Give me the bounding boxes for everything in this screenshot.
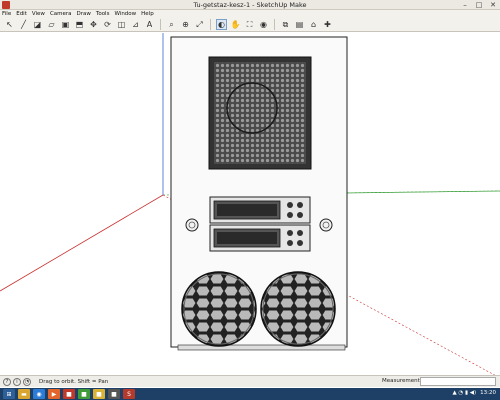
pan-tool-button[interactable]: ✋ (230, 19, 241, 30)
taskbar-browser-icon[interactable]: ◉ (33, 389, 45, 399)
main-toolbar: ↖ ╱ ◪ ▱ ▣ ⬒ ✥ ⟳ ◫ ⊿ A ⌕ ⊕ ⤢ ◐ ✋ ⛶ ◉ ⧉ ▤ ⌂ ✚ (0, 18, 500, 32)
select-tool-button[interactable]: ↖ (4, 19, 15, 30)
move-tool-button[interactable]: ✥ (88, 19, 99, 30)
push-pull-icon: ⬒ (75, 20, 84, 29)
close-button[interactable]: ✕ (488, 1, 498, 9)
system-tray: ▲ ◔ ▮ ◀) 13:20 (452, 390, 496, 396)
orbit-tool-button[interactable]: ◐ (216, 19, 227, 30)
pan-icon: ✋ (230, 20, 241, 29)
warehouse-tool-button[interactable]: ⌂ (308, 19, 319, 30)
pc-case-model[interactable] (170, 36, 348, 351)
taskbar-explorer-icon[interactable]: ▬ (18, 389, 30, 399)
model-viewport[interactable] (0, 33, 500, 375)
clock[interactable]: 13:20 (480, 390, 496, 396)
push-pull-tool-button[interactable]: ⬒ (74, 19, 85, 30)
credits-icon[interactable]: i (13, 377, 21, 386)
eraser-tool-button[interactable]: ▱ (46, 19, 57, 30)
warehouse-icon: ⌂ (310, 20, 317, 29)
zoom-extents-tool-button[interactable]: ⤢ (194, 19, 205, 30)
rotate-tool-button[interactable]: ⟳ (102, 19, 113, 30)
status-bar: ? i ◔ Drag to orbit. Shift = Pan Measure… (0, 375, 500, 387)
toolbar-separator (274, 19, 275, 30)
red-axis (0, 194, 164, 292)
maximize-button[interactable]: □ (474, 1, 484, 9)
menu-camera[interactable]: Camera (50, 11, 72, 17)
tray-icons[interactable]: ▲ ◔ ▮ ◀) (452, 390, 476, 396)
orbit-icon: ◐ (218, 20, 225, 29)
reset-button (319, 218, 333, 232)
toolbar-separator (210, 19, 211, 30)
paint-tool-button[interactable]: ▣ (60, 19, 71, 30)
taskbar-app-dark-icon[interactable]: ■ (108, 389, 120, 399)
tape-tool-button[interactable]: ⊿ (130, 19, 141, 30)
status-hint: Drag to orbit. Shift = Pan (39, 378, 109, 385)
select-icon: ↖ (6, 20, 13, 29)
model-canvas[interactable] (0, 33, 500, 375)
bottom-fan-right (260, 271, 336, 347)
taskbar-app-yellow-icon[interactable]: ■ (93, 389, 105, 399)
shape-icon: ◪ (33, 20, 42, 29)
offset-icon: ◫ (117, 20, 126, 29)
menu-edit[interactable]: Edit (16, 11, 27, 17)
move-icon: ✥ (90, 20, 97, 29)
zoom-icon: ⌕ (169, 19, 174, 29)
measurements-input[interactable] (420, 377, 496, 386)
taskbar-media-icon[interactable]: ▶ (48, 389, 60, 399)
line-icon: ╱ (21, 20, 26, 29)
taskbar-app-red-icon[interactable]: ■ (63, 389, 75, 399)
scenes-icon: ▤ (295, 20, 304, 29)
zoom-window-tool-button[interactable]: ⊕ (180, 19, 191, 30)
taskbar-start-icon[interactable]: ⊞ (3, 389, 15, 399)
offset-tool-button[interactable]: ◫ (116, 19, 127, 30)
window-title: Tu-getstaz-kesz-1 - SketchUp Make (193, 1, 307, 9)
menu-tools[interactable]: Tools (96, 11, 110, 17)
green-axis-positive (344, 190, 500, 194)
position-camera-icon: ◉ (260, 20, 267, 29)
user-icon[interactable]: ◔ (23, 377, 31, 386)
drive-bay-1 (209, 196, 311, 224)
taskbar-sketchup-icon[interactable]: S (123, 389, 135, 399)
zoom-window-icon: ⊕ (182, 20, 189, 29)
paint-icon: ▣ (61, 20, 70, 29)
tape-icon: ⊿ (132, 20, 139, 29)
title-bar: Tu-getstaz-kesz-1 - SketchUp Make – □ ✕ (0, 0, 500, 10)
eraser-icon: ▱ (48, 20, 55, 29)
menu-help[interactable]: Help (141, 11, 154, 17)
section-tool-button[interactable]: ⧉ (280, 19, 291, 30)
text-tool-button[interactable]: A (144, 19, 155, 30)
windows-taskbar: ⊞ ▬ ◉ ▶ ■ ■ ■ ■ S ▲ ◔ ▮ ◀) 13:20 (0, 388, 500, 400)
drive-bay-2 (209, 224, 311, 252)
zoom-extents-icon: ⤢ (196, 19, 203, 29)
extensions-tool-button[interactable]: ✚ (322, 19, 333, 30)
shape-tool-button[interactable]: ◪ (32, 19, 43, 30)
menu-file[interactable]: File (2, 11, 11, 17)
position-camera-tool-button[interactable]: ◉ (258, 19, 269, 30)
scenes-tool-button[interactable]: ▤ (294, 19, 305, 30)
geo-location-icon[interactable]: ? (3, 377, 11, 386)
menu-bar: File Edit View Camera Draw Tools Window … (0, 10, 500, 18)
power-button (185, 218, 199, 232)
taskbar-app-green-icon[interactable]: ■ (78, 389, 90, 399)
menu-window[interactable]: Window (114, 11, 136, 17)
extensions-icon: ✚ (324, 20, 331, 29)
line-tool-button[interactable]: ╱ (18, 19, 29, 30)
walk-tool-button[interactable]: ⛶ (244, 19, 255, 30)
section-icon: ⧉ (282, 19, 289, 29)
walk-icon: ⛶ (246, 19, 253, 29)
menu-view[interactable]: View (32, 11, 45, 17)
menu-draw[interactable]: Draw (77, 11, 91, 17)
bottom-fan-left (181, 271, 257, 347)
toolbar-separator (160, 19, 161, 30)
rotate-icon: ⟳ (104, 20, 111, 29)
zoom-tool-button[interactable]: ⌕ (166, 19, 177, 30)
text-icon: A (146, 20, 153, 29)
minimize-button[interactable]: – (460, 1, 470, 9)
measurements-label: Measurements (382, 378, 423, 384)
